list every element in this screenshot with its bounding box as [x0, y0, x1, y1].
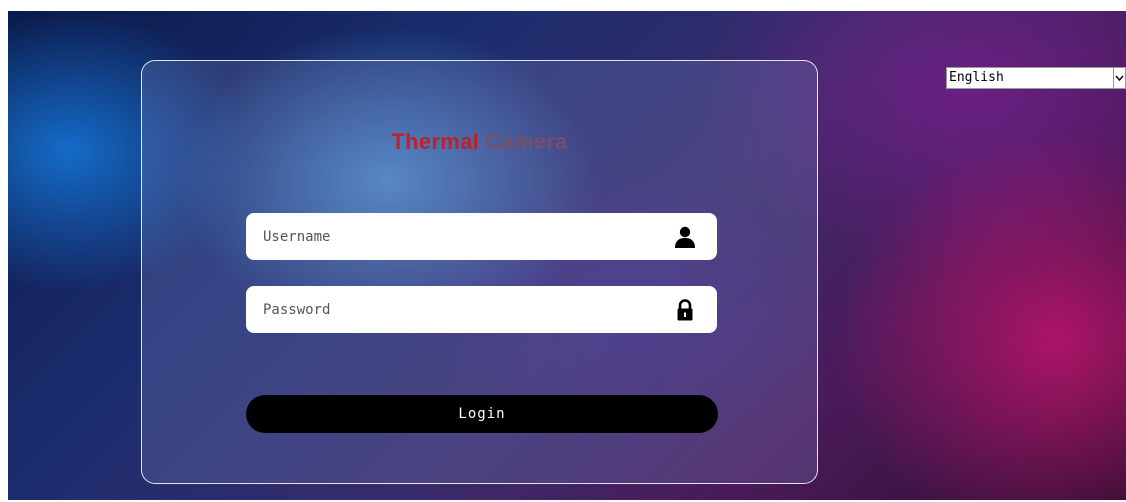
language-select-value: English: [949, 70, 1004, 85]
lock-icon: [673, 298, 697, 322]
background: ThermalCamera Login Eng: [8, 11, 1126, 500]
user-icon: [673, 225, 697, 249]
password-field[interactable]: [246, 286, 717, 333]
password-input[interactable]: [246, 286, 646, 333]
language-select[interactable]: English: [946, 67, 1126, 89]
brand-word-camera: Camera: [485, 129, 568, 154]
brand-word-thermal: Thermal: [391, 129, 480, 154]
brand-title: Thermal Camera: [142, 129, 817, 155]
chevron-down-icon[interactable]: [1113, 68, 1125, 88]
login-button[interactable]: Login: [246, 395, 718, 433]
username-input[interactable]: [246, 213, 646, 260]
login-card: ThermalCamera Login: [141, 60, 818, 484]
username-field[interactable]: [246, 213, 717, 260]
